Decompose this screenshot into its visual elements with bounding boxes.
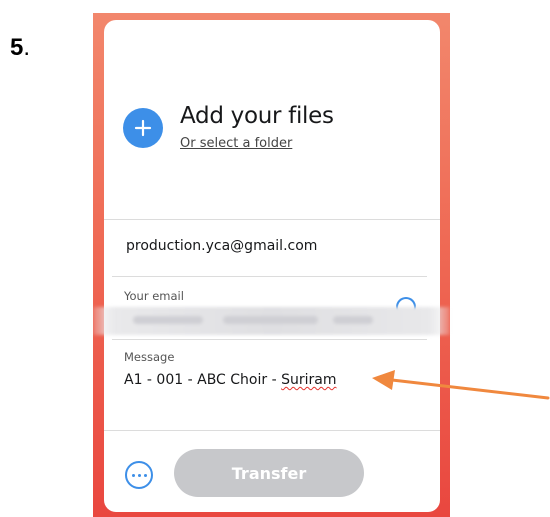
arrow-left-icon: [372, 370, 550, 400]
